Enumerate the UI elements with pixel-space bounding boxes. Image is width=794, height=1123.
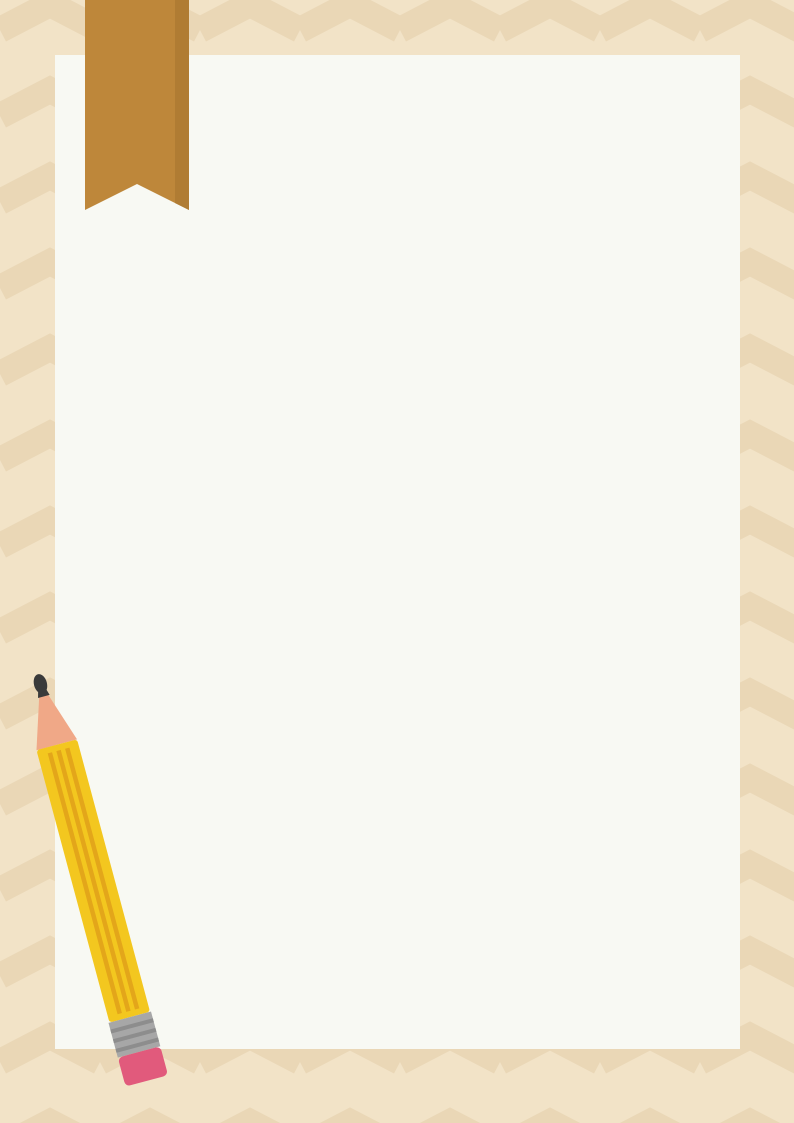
bookmark-ribbon-icon: [85, 0, 189, 210]
